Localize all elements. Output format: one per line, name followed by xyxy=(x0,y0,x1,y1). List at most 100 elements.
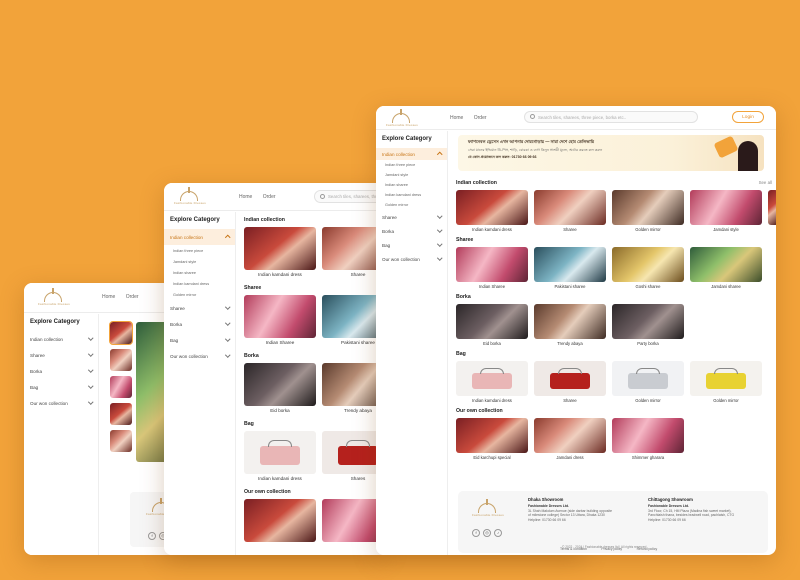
facebook-icon[interactable]: f xyxy=(148,532,156,540)
subcategory-item[interactable]: Golden mirror xyxy=(376,200,447,210)
product-name: Goshi sharee xyxy=(635,284,661,289)
product-card[interactable]: Eid borka xyxy=(244,363,316,413)
product-image xyxy=(612,418,684,453)
product-name: Indian kamdani dress xyxy=(258,476,302,481)
product-card[interactable]: Eid borka xyxy=(456,304,528,346)
subcategory-item[interactable]: Indian three piece xyxy=(164,245,235,256)
product-card[interactable]: Trendy abaya xyxy=(534,304,606,346)
product-card[interactable]: Pakistani sharee xyxy=(534,247,606,289)
nav-home[interactable]: Home xyxy=(239,194,252,200)
sidebar-item-borka[interactable]: Borka xyxy=(24,363,98,379)
product-name: Eid borka xyxy=(483,341,501,346)
sidebar-item-own[interactable]: Our won collection xyxy=(376,252,447,266)
product-card[interactable]: Indian kamdani dress xyxy=(456,361,528,403)
product-name: Golden mirror xyxy=(713,398,739,403)
brand-logo[interactable]: Fashionable Dresses xyxy=(38,288,70,306)
chevron-up-icon xyxy=(224,235,230,241)
product-card[interactable]: Indian Sharee xyxy=(456,247,528,289)
tiktok-icon[interactable]: ♪ xyxy=(494,529,502,537)
nav-order[interactable]: Order xyxy=(126,294,139,300)
nav-order[interactable]: Order xyxy=(474,115,487,121)
sidebar-item-indian[interactable]: Indian collection xyxy=(376,148,447,160)
chevron-down-icon xyxy=(87,399,93,405)
sidebar-item-borka[interactable]: Borka xyxy=(164,316,235,332)
product-image xyxy=(612,304,684,339)
chevron-down-icon xyxy=(224,336,230,342)
subcategory-item[interactable]: Indian kamdani dress xyxy=(376,190,447,200)
thumbnail[interactable] xyxy=(110,376,132,398)
sidebar-item-sharee[interactable]: Sharee xyxy=(164,300,235,316)
product-card[interactable]: Indian kamdani dress xyxy=(244,431,316,481)
thumbnail[interactable] xyxy=(110,403,132,425)
brand-logo[interactable]: Fashionable Dresses xyxy=(174,187,206,205)
product-card[interactable]: Sharee xyxy=(534,190,606,232)
subcategory-item[interactable]: Indian kamdani dress xyxy=(164,278,235,289)
product-image xyxy=(534,418,606,453)
product-name: Pakistani sharee xyxy=(554,284,586,289)
product-image xyxy=(534,304,606,339)
product-card[interactable]: Golden mirror xyxy=(612,361,684,403)
product-image xyxy=(690,247,762,282)
product-name: Indian Sharee xyxy=(265,340,295,345)
sidebar-item-bag[interactable]: Bag xyxy=(376,238,447,252)
subcategory-item[interactable]: Jamdani style xyxy=(376,170,447,180)
product-card[interactable]: Eid karchupi special xyxy=(456,418,528,460)
nav-order[interactable]: Order xyxy=(263,194,276,200)
chevron-down-icon xyxy=(87,367,93,373)
sidebar-item-sharee[interactable]: Sharee xyxy=(376,210,447,224)
banner-text: সেরা মানের ইন্ডিয়ান থ্রি-পিস, শাড়ি, বো… xyxy=(468,148,603,152)
product-card[interactable]: Sharee xyxy=(534,361,606,403)
section-title: Indian collection See all xyxy=(456,180,772,186)
thumbnail[interactable] xyxy=(110,430,132,452)
product-name: Jamdani style xyxy=(713,227,739,232)
sidebar-item-bag[interactable]: Bag xyxy=(164,332,235,348)
product-card[interactable]: Party borka xyxy=(612,304,684,346)
chevron-down-icon xyxy=(87,335,93,341)
subcategory-item[interactable]: Indian sharee xyxy=(376,180,447,190)
product-card[interactable]: Jamdani sharee xyxy=(690,247,762,289)
product-card[interactable]: Golden mirror xyxy=(690,361,762,403)
section-title: Borka xyxy=(456,294,471,300)
sidebar-item-own[interactable]: Our won collection xyxy=(164,348,235,364)
nav-home[interactable]: Home xyxy=(450,115,463,121)
product-card[interactable]: Jamdani dress xyxy=(534,418,606,460)
product-name: Shimmer gharara xyxy=(631,455,665,460)
subcategory-item[interactable]: Indian three piece xyxy=(376,160,447,170)
sidebar-item-bag[interactable]: Bag xyxy=(24,379,98,395)
sidebar: Explore Category Indian collection India… xyxy=(164,212,236,555)
product-card[interactable]: Indian kamdani dress xyxy=(456,190,528,232)
product-card[interactable]: Shimmer gharara xyxy=(612,418,684,460)
sidebar-item-own[interactable]: Our won collection xyxy=(24,395,98,411)
product-card[interactable] xyxy=(768,190,776,232)
instagram-icon[interactable]: ◎ xyxy=(483,529,491,537)
sidebar-item-sharee[interactable]: Sharee xyxy=(24,347,98,363)
product-card[interactable]: Indian kamdani dress xyxy=(244,227,316,277)
banner-headline: ফ্যাশনেবল ড্রেসেস এখন আপনার দোরগোড়ায় —… xyxy=(468,139,595,144)
sidebar-item-indian[interactable]: Indian collection xyxy=(24,331,98,347)
subcategory-item[interactable]: Indian sharee xyxy=(164,267,235,278)
subcategory-item[interactable]: Golden mirror xyxy=(164,289,235,300)
login-button[interactable]: Login xyxy=(732,111,764,123)
subcategory-item[interactable]: Jamdani style xyxy=(164,256,235,267)
thumbnail[interactable] xyxy=(110,349,132,371)
footer: Fashionable Dresses f ◎ ♪ Dhaka Showroom F… xyxy=(458,491,768,553)
product-card[interactable]: Golden mirror xyxy=(612,190,684,232)
product-card[interactable]: Goshi sharee xyxy=(612,247,684,289)
facebook-icon[interactable]: f xyxy=(472,529,480,537)
thumbnail[interactable] xyxy=(109,321,133,345)
product-card[interactable]: Indian Sharee xyxy=(244,295,316,345)
product-row: Eid borka Trendy abaya Party borka xyxy=(456,304,776,346)
search-icon xyxy=(320,193,325,199)
search-input[interactable]: Search tiles, sharees, three piece, bork… xyxy=(524,111,698,123)
product-card[interactable]: Jamdani style xyxy=(690,190,762,232)
brand-logo[interactable]: Fashionable Dresses xyxy=(386,109,418,127)
product-image xyxy=(534,247,606,282)
see-all-link[interactable]: See all xyxy=(759,180,772,185)
promo-banner: ফ্যাশনেবল ড্রেসেস এখন আপনার দোরগোড়ায় —… xyxy=(458,135,764,171)
sidebar-item-indian[interactable]: Indian collection xyxy=(164,229,235,245)
product-card[interactable] xyxy=(244,499,316,542)
sidebar-item-borka[interactable]: Borka xyxy=(376,224,447,238)
copyright: © 2022 - 2024 | Fashionable dresses ltd … xyxy=(562,545,647,549)
catalog: ফ্যাশনেবল ড্রেসেস এখন আপনার দোরগোড়ায় —… xyxy=(456,131,776,555)
nav-home[interactable]: Home xyxy=(102,294,115,300)
